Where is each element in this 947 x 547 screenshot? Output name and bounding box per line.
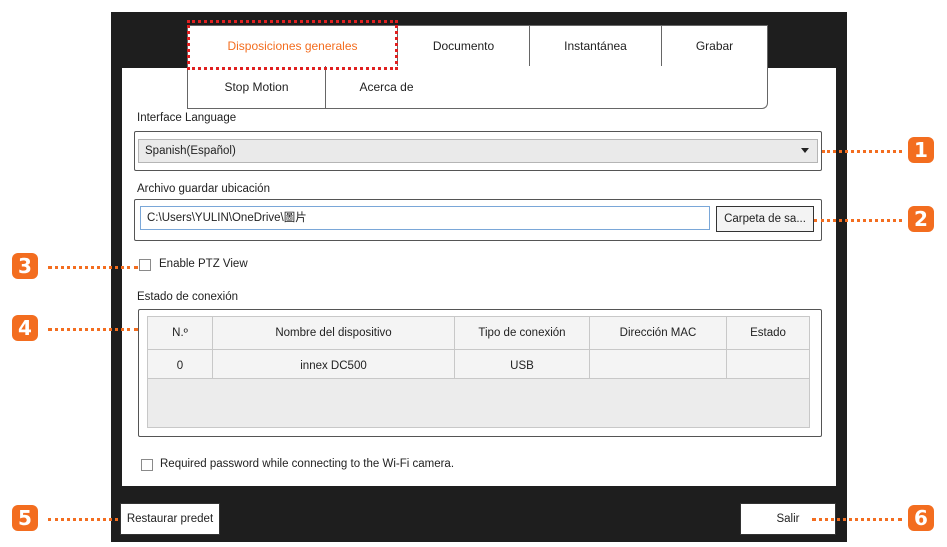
callout-6: 6: [908, 505, 934, 531]
callout-line-4: [48, 328, 138, 331]
column-header: N.º: [147, 316, 213, 350]
callout-1: 1: [908, 137, 934, 163]
callout-5: 5: [12, 505, 38, 531]
browse-folder-button[interactable]: Carpeta de sa...: [716, 206, 814, 232]
tab-stop-motion[interactable]: Stop Motion: [187, 66, 326, 109]
language-label: Interface Language: [137, 112, 237, 124]
table-empty-area: [147, 378, 810, 428]
save-path-field[interactable]: C:\Users\YULIN\OneDrive\圖片: [140, 206, 710, 230]
column-header: Nombre del dispositivo: [212, 316, 455, 350]
callout-line-6: [812, 518, 902, 521]
column-header: Tipo de conexión: [454, 316, 590, 350]
tab-about-label: Acerca de: [359, 80, 414, 94]
table-header-row: N.º Nombre del dispositivo Tipo de conex…: [147, 316, 810, 350]
language-select[interactable]: Spanish(Español): [138, 139, 818, 163]
tab-row-2: Stop Motion Acerca de: [187, 66, 768, 109]
callout-3: 3: [12, 253, 38, 279]
tab-snapshot[interactable]: Instantánea: [530, 25, 662, 66]
language-value: Spanish(Español): [145, 145, 236, 157]
callout-line-5: [48, 518, 118, 521]
ptz-label: Enable PTZ View: [159, 258, 248, 270]
ptz-checkbox[interactable]: [139, 259, 151, 271]
connection-label: Estado de conexión: [137, 291, 239, 303]
wifi-password-checkbox[interactable]: [141, 459, 153, 471]
column-header: Estado: [726, 316, 810, 350]
wifi-password-label: Required password while connecting to th…: [160, 458, 455, 470]
callout-2: 2: [908, 206, 934, 232]
active-tab-highlight: [187, 20, 398, 70]
save-location-label: Archivo guardar ubicación: [137, 183, 270, 195]
tab-record[interactable]: Grabar: [662, 25, 768, 66]
callout-4: 4: [12, 315, 38, 341]
connection-table: N.º Nombre del dispositivo Tipo de conex…: [147, 316, 810, 383]
column-header: Dirección MAC: [589, 316, 727, 350]
callout-line-3: [48, 266, 138, 269]
tab-about[interactable]: Acerca de: [326, 66, 768, 109]
tab-document[interactable]: Documento: [398, 25, 530, 66]
callout-line-2: [814, 219, 902, 222]
callout-line-1: [822, 150, 902, 153]
chevron-down-icon: [801, 148, 809, 153]
restore-defaults-button[interactable]: Restaurar predet: [120, 503, 220, 535]
